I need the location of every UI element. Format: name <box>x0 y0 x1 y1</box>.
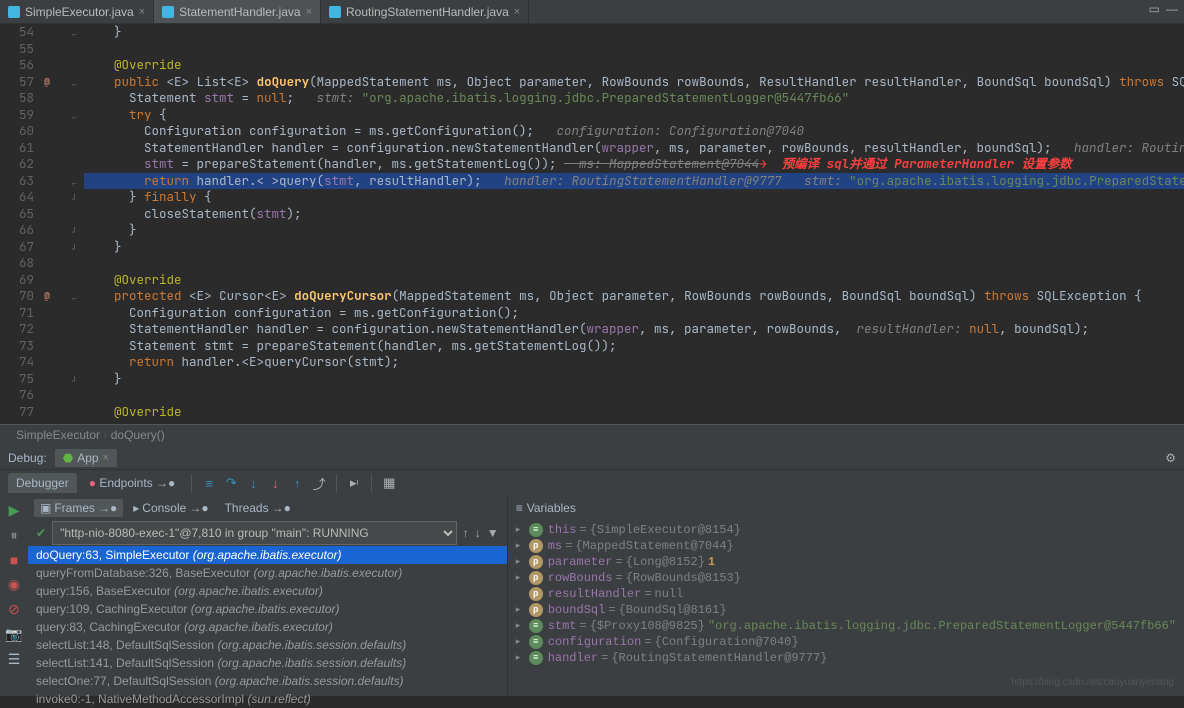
debug-run-tab[interactable]: ⬣ App × <box>55 449 117 467</box>
filter-icon[interactable]: ▼ <box>487 526 499 540</box>
editor-tab[interactable]: RoutingStatementHandler.java× <box>321 0 529 23</box>
layout-icon[interactable]: ▭ <box>1149 2 1160 16</box>
close-icon[interactable]: × <box>306 6 312 18</box>
variable-row[interactable]: ▸prowBounds = {RowBounds@8153} <box>508 570 1184 586</box>
prev-frame-icon[interactable]: ↑ <box>463 526 469 540</box>
stack-frame[interactable]: doQuery:63, SimpleExecutor (org.apache.i… <box>28 546 507 564</box>
variable-row[interactable]: ▸≡handler = {RoutingStatementHandler@977… <box>508 650 1184 666</box>
thread-select[interactable]: "http-nio-8080-exec-1"@7,810 in group "m… <box>52 521 457 545</box>
check-icon: ✔ <box>36 526 46 540</box>
minimize-icon[interactable]: — <box>1166 2 1178 16</box>
stack-frame[interactable]: selectList:141, DefaultSqlSession (org.a… <box>28 654 507 672</box>
fold-column[interactable]: ⌐⌐⌐⌐┘┘┘⌐┘ <box>72 24 84 424</box>
editor-tabs: SimpleExecutor.java×StatementHandler.jav… <box>0 0 1184 24</box>
call-stack: doQuery:63, SimpleExecutor (org.apache.i… <box>28 546 507 696</box>
run-to-cursor-icon[interactable]: ▸I <box>345 474 363 492</box>
code-editor[interactable]: 5455565758596061626364656667686970717273… <box>0 24 1184 424</box>
step-into-icon[interactable]: ↓ <box>244 474 262 492</box>
file-icon <box>329 6 341 18</box>
variables-label: Variables <box>527 501 576 515</box>
debug-toolbar: Debugger ● Endpoints →● ≡ ↷ ↓ ↓ ↑ ⤴ ▸I ▦… <box>0 470 1184 496</box>
bug-icon: ⬣ <box>63 451 73 465</box>
debugger-tab[interactable]: Debugger <box>8 473 77 493</box>
variable-row[interactable]: ▸≡stmt = {$Proxy108@9825} "org.apache.ib… <box>508 618 1184 634</box>
close-icon[interactable]: × <box>139 6 145 18</box>
evaluate-icon[interactable]: ▦ <box>380 474 398 492</box>
stack-frame[interactable]: invoke0:-1, NativeMethodAccessorImpl (su… <box>28 690 507 708</box>
stack-frame[interactable]: query:83, CachingExecutor (org.apache.ib… <box>28 618 507 636</box>
mute-breakpoints-icon[interactable]: ⊘ <box>8 601 20 618</box>
console-tab[interactable]: ▸ Console →● <box>127 499 214 517</box>
close-icon[interactable]: × <box>514 6 520 18</box>
frames-tab[interactable]: ▣ Frames →● <box>34 499 123 517</box>
variable-row[interactable]: presultHandler = null <box>508 586 1184 602</box>
stack-frame[interactable]: query:156, BaseExecutor (org.apache.ibat… <box>28 582 507 600</box>
frames-panel: ▣ Frames →● ▸ Console →● Threads →● ✔ "h… <box>28 496 507 696</box>
stack-frame[interactable]: queryFromDatabase:326, BaseExecutor (org… <box>28 564 507 582</box>
variables-tree: ▸≡this = {SimpleExecutor@8154}▸pms = {Ma… <box>508 520 1184 668</box>
view-breakpoints-icon[interactable]: ◉ <box>8 576 20 593</box>
step-out-icon[interactable]: ↑ <box>288 474 306 492</box>
line-gutter: 5455565758596061626364656667686970717273… <box>0 24 42 424</box>
file-icon <box>8 6 20 18</box>
editor-tab[interactable]: SimpleExecutor.java× <box>0 0 154 23</box>
stack-frame[interactable]: selectList:148, DefaultSqlSession (org.a… <box>28 636 507 654</box>
step-over-icon[interactable]: ↷ <box>222 474 240 492</box>
override-marks: O↑ @O↑ @ <box>42 24 72 424</box>
variable-row[interactable]: ▸≡this = {SimpleExecutor@8154} <box>508 522 1184 538</box>
threads-tab[interactable]: Threads →● <box>219 499 297 517</box>
vars-icon: ≡ <box>516 501 523 515</box>
stop-icon[interactable]: ■ <box>10 552 18 568</box>
breadcrumb-class[interactable]: SimpleExecutor <box>16 428 100 442</box>
debug-side-icons: ▶ ⏸ ■ ◉ ⊘ 📷 ☰ <box>0 496 28 696</box>
pause-icon[interactable]: ⏸ <box>11 527 18 544</box>
stack-frame[interactable]: query:109, CachingExecutor (org.apache.i… <box>28 600 507 618</box>
next-frame-icon[interactable]: ↓ <box>475 526 481 540</box>
camera-icon[interactable]: 📷 <box>5 626 22 643</box>
variable-row[interactable]: ▸pparameter = {Long@8152} 1 <box>508 554 1184 570</box>
variable-row[interactable]: ▸≡configuration = {Configuration@7040} <box>508 634 1184 650</box>
stack-frame[interactable]: selectOne:77, DefaultSqlSession (org.apa… <box>28 672 507 690</box>
breadcrumb[interactable]: SimpleExecutor › doQuery() <box>0 424 1184 446</box>
breadcrumb-method[interactable]: doQuery() <box>111 428 165 442</box>
file-icon <box>162 6 174 18</box>
resume-icon[interactable]: ▶ <box>9 502 20 519</box>
force-step-into-icon[interactable]: ↓ <box>266 474 284 492</box>
gear-icon[interactable]: ⚙ <box>1165 451 1176 465</box>
code-area[interactable]: } @Override public <E> List<E> doQuery(M… <box>84 24 1184 424</box>
debug-panel: Debug: ⬣ App × ⚙ Debugger ● Endpoints →●… <box>0 446 1184 696</box>
debug-header: Debug: ⬣ App × ⚙ <box>0 446 1184 470</box>
close-icon[interactable]: × <box>103 452 109 464</box>
variables-panel: ≡ Variables ▸≡this = {SimpleExecutor@815… <box>507 496 1184 696</box>
watermark: https://blog.csdn.net/caoyuanyenang <box>1011 677 1174 688</box>
editor-tab[interactable]: StatementHandler.java× <box>154 0 321 23</box>
endpoints-tab[interactable]: ● Endpoints →● <box>81 473 184 493</box>
debug-label: Debug: <box>8 451 47 465</box>
variable-row[interactable]: ▸pms = {MappedStatement@7044} <box>508 538 1184 554</box>
show-exec-icon[interactable]: ≡ <box>200 474 218 492</box>
drop-frame-icon[interactable]: ⤴ <box>310 474 328 492</box>
settings-icon[interactable]: ☰ <box>8 651 21 668</box>
variable-row[interactable]: ▸pboundSql = {BoundSql@8161} <box>508 602 1184 618</box>
